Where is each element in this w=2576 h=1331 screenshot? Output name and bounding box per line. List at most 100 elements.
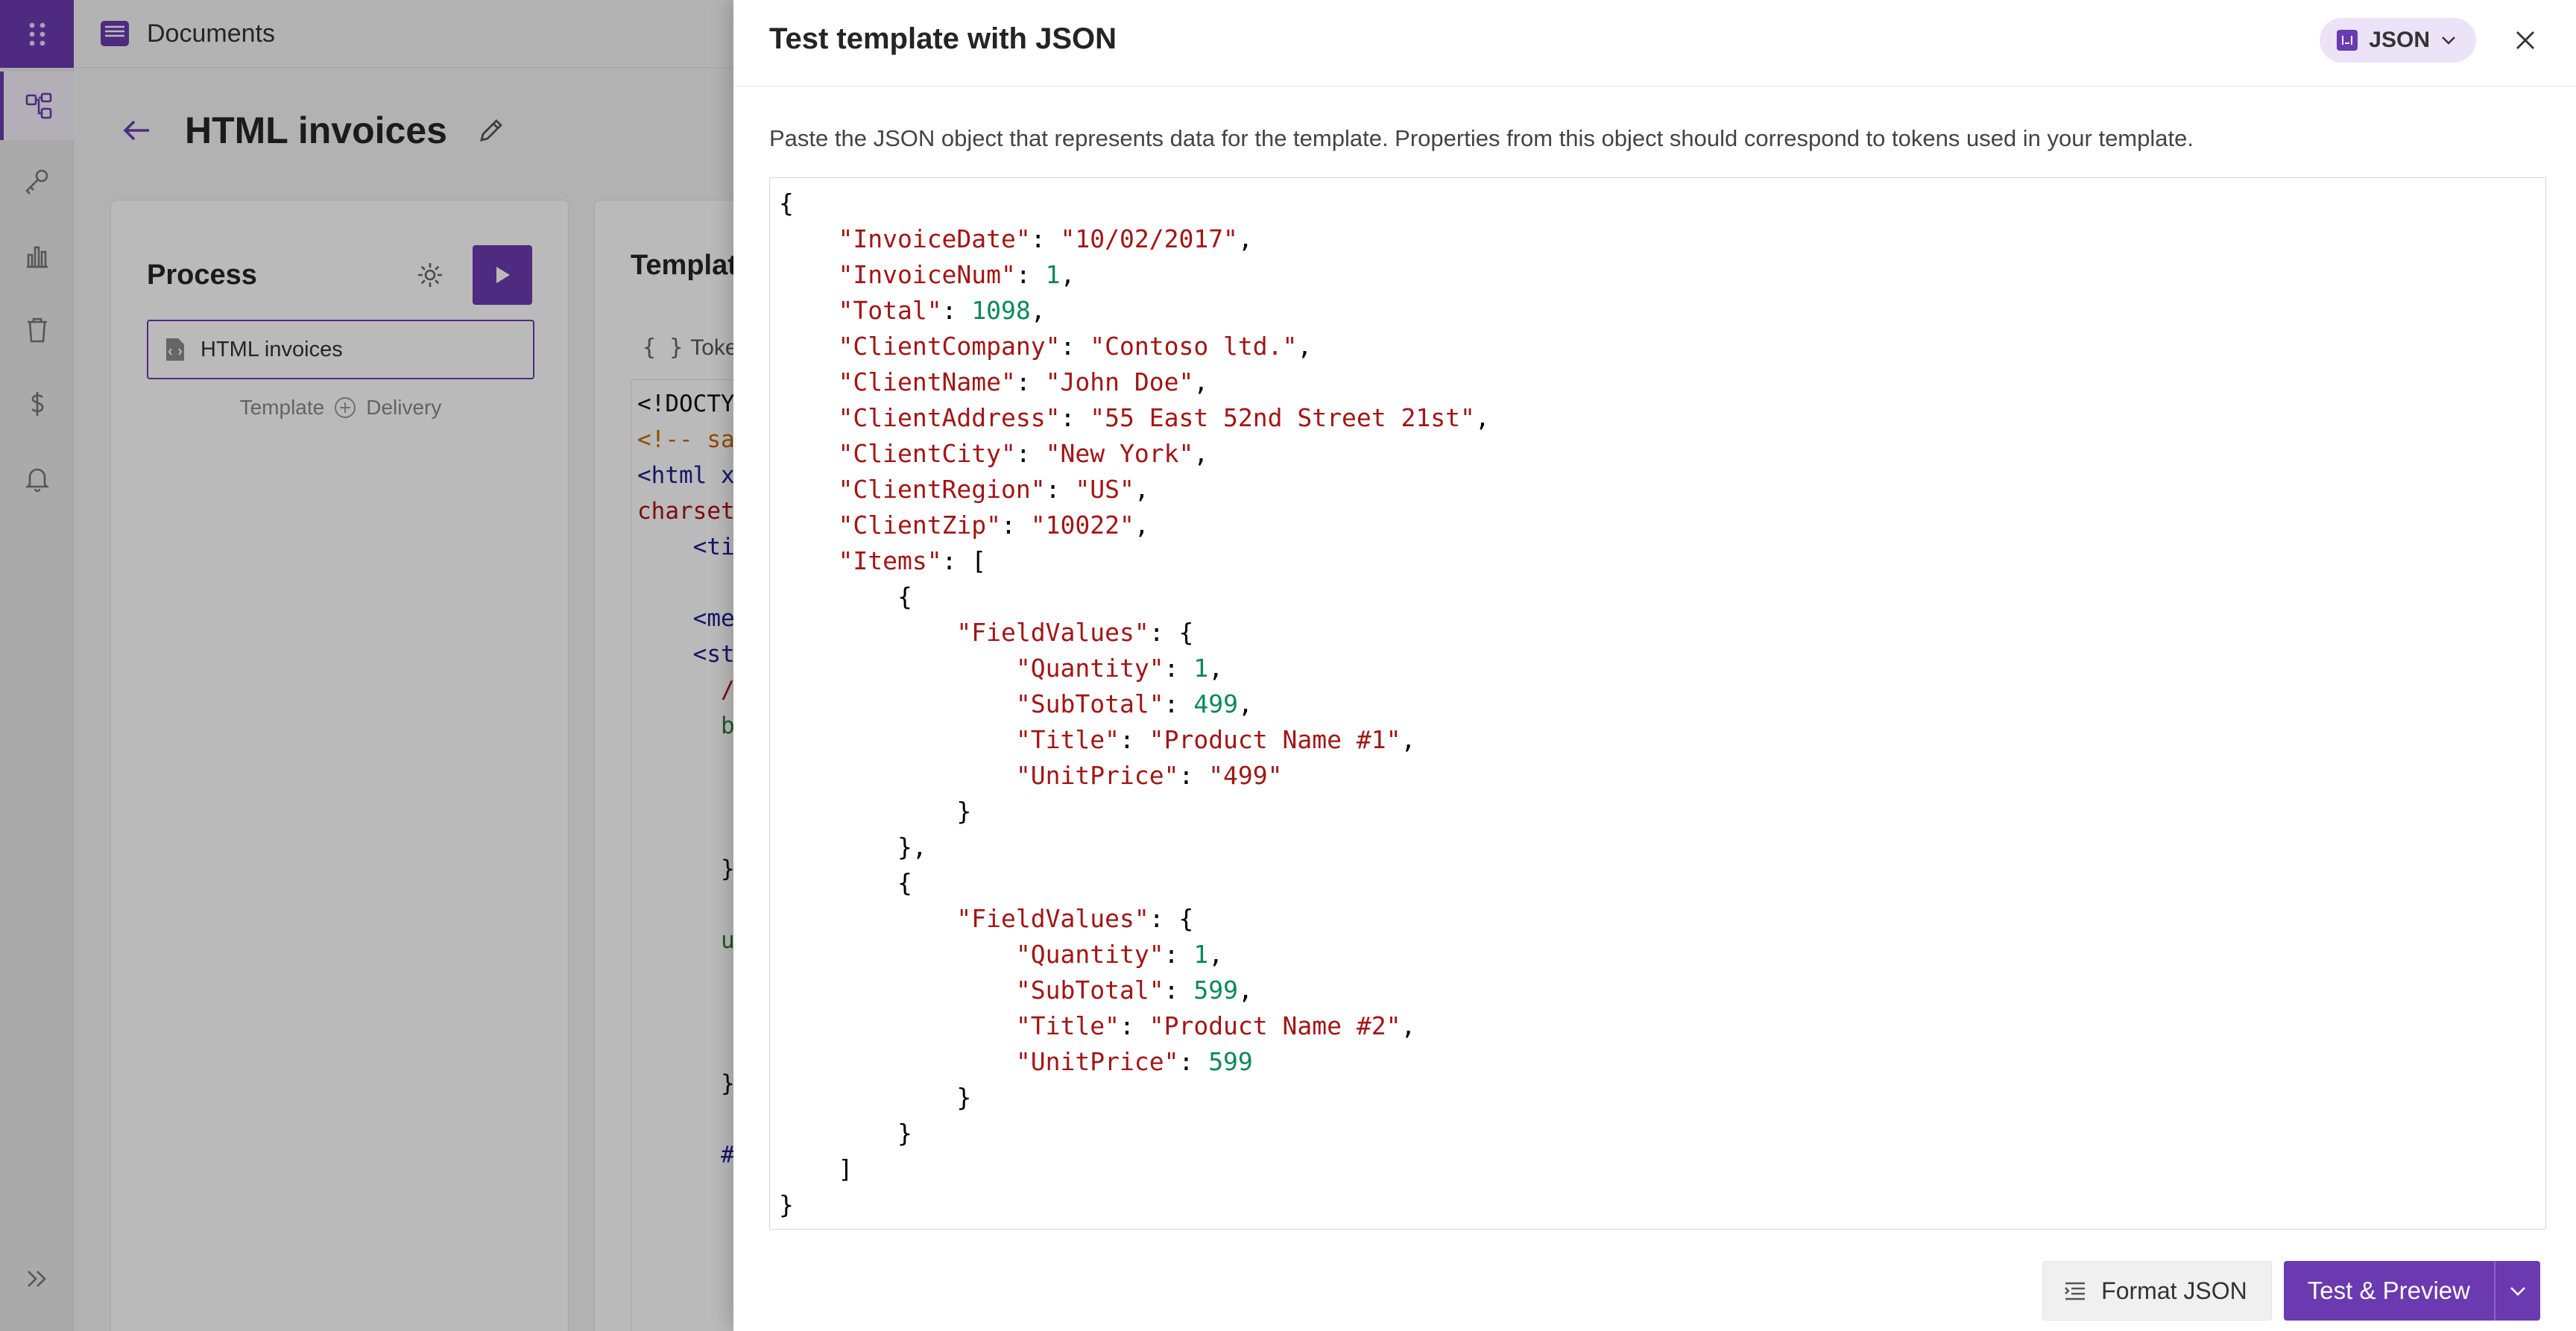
json-punct <box>779 1011 1016 1040</box>
test-preview-button[interactable]: Test & Preview <box>2284 1261 2496 1321</box>
json-punct: , <box>1297 332 1313 361</box>
json-punct: } <box>779 797 972 826</box>
json-punct <box>779 976 1016 1005</box>
json-punct: : <box>1164 940 1194 969</box>
json-string: "10/02/2017" <box>1060 224 1238 253</box>
json-key: "ClientRegion" <box>838 475 1046 504</box>
json-punct: : <box>1015 439 1046 468</box>
json-punct: } <box>779 1190 794 1219</box>
test-preview-label: Test & Preview <box>2307 1277 2470 1304</box>
json-punct: { <box>779 582 912 611</box>
json-punct: : { <box>1149 904 1194 933</box>
json-punct <box>779 940 1016 969</box>
json-line: "ClientAddress": "55 East 52nd Street 21… <box>779 400 2545 436</box>
json-punct: , <box>1193 439 1209 468</box>
json-line: "Title": "Product Name #1", <box>779 722 2545 758</box>
json-line: "ClientName": "John Doe", <box>779 364 2545 400</box>
json-line: "ClientCompany": "Contoso ltd.", <box>779 329 2545 364</box>
json-string: "Contoso ltd." <box>1090 332 1298 361</box>
close-icon[interactable] <box>2510 25 2540 55</box>
json-key: "ClientCity" <box>838 439 1016 468</box>
json-punct: : <box>1178 1047 1209 1076</box>
json-punct <box>779 296 838 325</box>
json-key: "ClientCompany" <box>838 332 1061 361</box>
chevron-down-icon <box>2442 37 2455 45</box>
json-editor[interactable]: { "InvoiceDate": "10/02/2017", "InvoiceN… <box>769 177 2546 1230</box>
chevron-down-icon <box>2510 1287 2525 1296</box>
json-punct: , <box>1237 224 1253 253</box>
json-punct: , <box>1208 940 1224 969</box>
json-number: 599 <box>1193 976 1238 1005</box>
json-line: ] <box>779 1151 2545 1187</box>
json-punct: : <box>941 296 972 325</box>
json-punct: : <box>1015 367 1046 396</box>
panel-header: Test template with JSON JSON <box>733 0 2576 86</box>
json-line: "FieldValues": { <box>779 615 2545 651</box>
test-json-panel: Test template with JSON JSON Paste the J… <box>733 0 2576 1331</box>
json-punct <box>779 618 956 647</box>
json-punct: : <box>1045 475 1076 504</box>
json-punct: : <box>1164 976 1194 1005</box>
format-lines-icon <box>2065 1282 2086 1300</box>
json-key: "SubTotal" <box>1015 689 1164 718</box>
json-line: } <box>779 1080 2545 1116</box>
json-punct: : <box>1060 403 1090 432</box>
test-preview-split-button: Test & Preview <box>2283 1261 2540 1321</box>
modal-overlay[interactable] <box>0 0 733 1331</box>
json-punct <box>779 654 1016 683</box>
json-punct <box>779 546 838 575</box>
json-punct <box>779 332 838 361</box>
format-dropdown[interactable]: JSON <box>2320 18 2476 63</box>
json-punct <box>779 725 1016 754</box>
json-punct: }, <box>779 832 927 861</box>
json-key: "ClientAddress" <box>838 403 1061 432</box>
test-preview-menu-button[interactable] <box>2496 1261 2540 1321</box>
json-key: "Title" <box>1015 1011 1120 1040</box>
json-punct: : <box>1164 689 1194 718</box>
json-punct <box>779 260 838 289</box>
json-line: "SubTotal": 599, <box>779 973 2545 1008</box>
format-json-button[interactable]: Format JSON <box>2042 1261 2272 1321</box>
json-number: 599 <box>1208 1047 1253 1076</box>
json-punct <box>779 439 838 468</box>
json-line: "ClientRegion": "US", <box>779 472 2545 508</box>
json-punct: : <box>1060 332 1090 361</box>
json-punct: : [ <box>941 546 987 575</box>
json-line: "InvoiceDate": "10/02/2017", <box>779 221 2545 257</box>
json-punct: , <box>1060 260 1076 289</box>
json-punct: , <box>1030 296 1046 325</box>
json-number: 499 <box>1193 689 1238 718</box>
json-string: "Product Name #1" <box>1149 725 1401 754</box>
json-line: "UnitPrice": 599 <box>779 1044 2545 1080</box>
json-key: "UnitPrice" <box>1015 1047 1179 1076</box>
json-punct: , <box>1134 510 1149 540</box>
json-key: "InvoiceNum" <box>838 260 1016 289</box>
format-dropdown-label: JSON <box>2369 28 2430 52</box>
json-punct <box>779 904 956 933</box>
json-string: "Product Name #2" <box>1149 1011 1401 1040</box>
json-punct: : <box>1001 510 1031 540</box>
json-punct: : <box>1164 654 1194 683</box>
json-punct: : <box>1178 761 1209 790</box>
json-punct <box>779 510 838 540</box>
json-key: "SubTotal" <box>1015 976 1164 1005</box>
json-key: "Quantity" <box>1015 654 1164 683</box>
panel-description: Paste the JSON object that represents da… <box>769 125 2194 151</box>
json-punct <box>779 761 1016 790</box>
json-line: "SubTotal": 499, <box>779 686 2545 722</box>
json-key: "UnitPrice" <box>1015 761 1179 790</box>
json-punct: , <box>1208 654 1224 683</box>
json-punct: : { <box>1149 618 1194 647</box>
json-number: 1 <box>1193 654 1209 683</box>
json-key: "ClientName" <box>838 367 1016 396</box>
json-line: "Total": 1098, <box>779 293 2545 329</box>
json-string: "499" <box>1208 761 1283 790</box>
json-string: "US" <box>1075 475 1134 504</box>
json-line: "Title": "Product Name #2", <box>779 1008 2545 1044</box>
json-punct <box>779 367 838 396</box>
json-key: "Quantity" <box>1015 940 1164 969</box>
json-line: { <box>779 186 2545 221</box>
json-line: "ClientZip": "10022", <box>779 508 2545 543</box>
json-line: "Quantity": 1, <box>779 651 2545 686</box>
json-string: "55 East 52nd Street 21st" <box>1090 403 1475 432</box>
